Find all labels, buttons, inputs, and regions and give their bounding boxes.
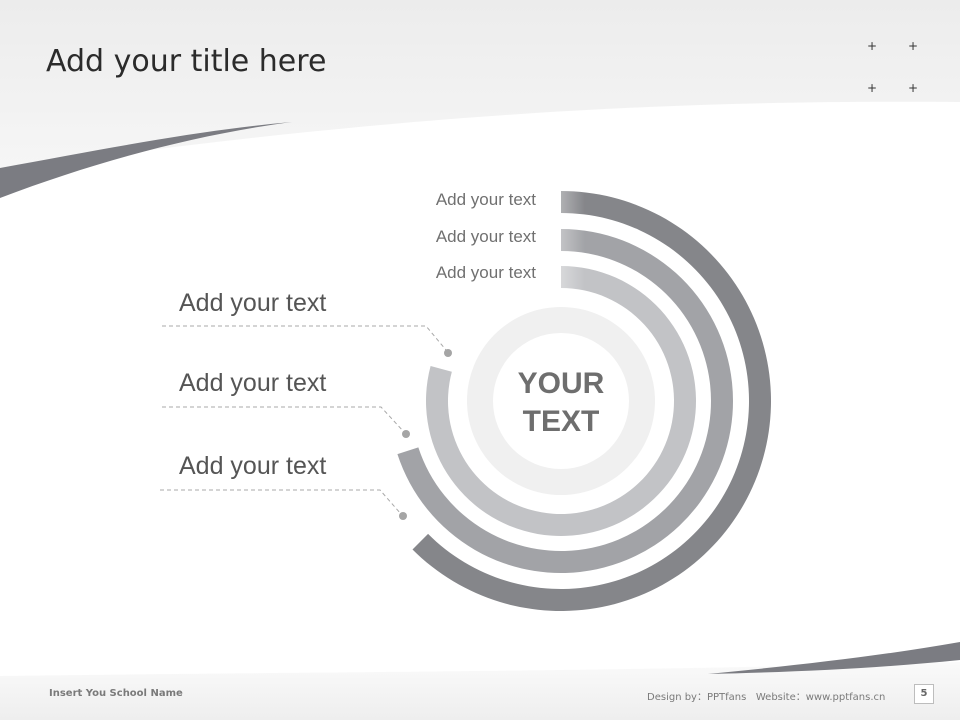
ring-top-shade: [561, 188, 601, 296]
callout-dot-1: [444, 349, 452, 357]
callout-text-2: Add your text: [179, 369, 327, 397]
callout-dot-3: [399, 512, 407, 520]
center-text-line-2: TEXT: [522, 405, 600, 438]
callout-line-3: [160, 489, 402, 515]
callout-text-3: Add your text: [179, 452, 327, 480]
school-name: Insert You School Name: [49, 688, 183, 699]
ring-label-middle: Add your text: [435, 227, 536, 246]
center-text: YOUR TEXT: [491, 365, 631, 441]
center-text-line-1: YOUR: [517, 367, 605, 400]
callout-dot-2: [402, 430, 410, 438]
concentric-rings-diagram: [160, 188, 772, 611]
ring-label-inner: Add your text: [435, 263, 536, 282]
callout-line-2: [162, 406, 405, 433]
page-number: 5: [914, 684, 934, 704]
ring-label-outer: Add your text: [435, 190, 536, 209]
callout-line-1: [162, 325, 447, 351]
footer-credits: Design by：PPTfans Website：www.pptfans.cn: [647, 692, 886, 703]
callout-text-1: Add your text: [179, 289, 327, 317]
